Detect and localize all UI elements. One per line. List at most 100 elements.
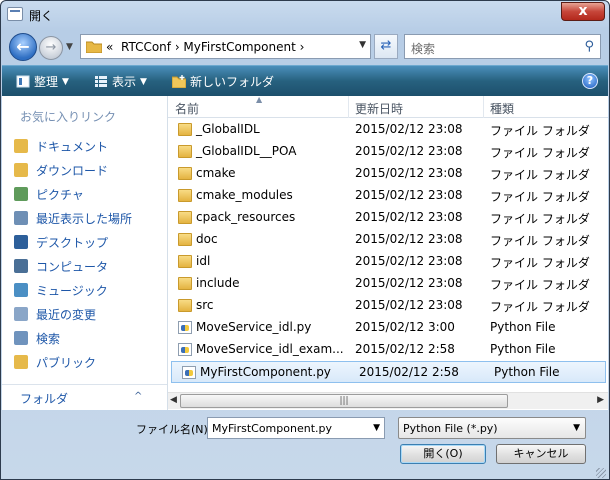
sidebar-item-label: コンピュータ <box>36 259 109 274</box>
column-header-name[interactable]: 名前 <box>175 100 199 117</box>
sidebar-item-label: パブリック <box>36 355 97 370</box>
file-type: ファイル フォルダ <box>490 300 590 314</box>
new-folder-button[interactable]: 新しいフォルダ <box>172 73 274 90</box>
filename-field[interactable]: MyFirstComponent.py ▼ <box>207 417 385 439</box>
title-bar[interactable]: 開く x <box>1 1 609 29</box>
sidebar-item[interactable]: 最近表示した場所 <box>14 206 132 230</box>
file-date: 2015/02/12 23:08 <box>355 122 463 136</box>
chevron-down-icon[interactable]: ▼ <box>373 423 380 433</box>
folder-icon <box>178 233 192 246</box>
file-row[interactable]: _GlobalIDL 2015/02/12 23:08 ファイル フォルダ <box>168 119 608 141</box>
column-divider[interactable] <box>483 96 484 118</box>
scrollbar-thumb[interactable]: ||| <box>180 394 508 408</box>
search-input[interactable]: 検索 ⚲ <box>404 34 601 59</box>
address-bar[interactable]: « RTCConf › MyFirstComponent › ▼ <box>80 34 371 59</box>
sidebar-item[interactable]: ミュージック <box>14 278 132 302</box>
column-header-type[interactable]: 種類 <box>490 100 514 117</box>
cancel-button[interactable]: キャンセル <box>496 444 586 464</box>
file-row[interactable]: MoveService_idl_exam... 2015/02/12 2:58 Py… <box>168 339 608 361</box>
file-type: ファイル フォルダ <box>490 146 590 160</box>
file-row[interactable]: cmake_modules 2015/02/12 23:08 ファイル フォルダ <box>168 185 608 207</box>
sidebar-item[interactable]: 検索 <box>14 326 132 350</box>
documents-icon <box>14 139 28 153</box>
view-menu[interactable]: 表示 ▼ <box>94 73 147 90</box>
chevron-down-icon: ▼ <box>62 76 69 87</box>
history-dropdown-icon[interactable]: ▼ <box>66 42 73 52</box>
favorite-links-list: ドキュメントダウンロードピクチャ最近表示した場所 デスクトップコンピュータミュージ… <box>14 134 132 374</box>
sidebar-item-label: ドキュメント <box>36 139 109 154</box>
window-title: 開く <box>29 9 54 23</box>
file-date: 2015/02/12 23:08 <box>355 254 463 268</box>
organize-menu[interactable]: 整理 ▼ <box>16 73 69 90</box>
chevron-down-icon: ▼ <box>140 76 147 87</box>
file-date: 2015/02/12 3:00 <box>355 320 455 334</box>
file-row[interactable]: cpack_resources 2015/02/12 23:08 ファイル フォルダ <box>168 207 608 229</box>
file-row[interactable]: src 2015/02/12 23:08 ファイル フォルダ <box>168 295 608 317</box>
organize-icon <box>16 75 30 88</box>
refresh-button[interactable]: ⇄ <box>374 34 398 59</box>
file-date: 2015/02/12 23:08 <box>355 276 463 290</box>
file-name: MoveService_idl_exam... <box>196 342 344 356</box>
file-name: src <box>196 298 214 312</box>
file-row-selected[interactable]: MyFirstComponent.py 2015/02/12 2:58 Python… <box>171 361 606 383</box>
horizontal-scrollbar[interactable]: ◀ ||| ▶ <box>168 392 608 409</box>
forward-button[interactable]: → <box>39 36 63 60</box>
folder-icon <box>178 189 192 202</box>
file-name: MoveService_idl.py <box>196 320 312 334</box>
chevron-up-icon: ^ <box>134 391 143 402</box>
file-row[interactable]: _GlobalIDL__POA 2015/02/12 23:08 ファイル フォルダ <box>168 141 608 163</box>
filetype-select[interactable]: Python File (*.py) ▼ <box>398 417 586 439</box>
organize-label: 整理 <box>34 75 59 89</box>
file-type: ファイル フォルダ <box>490 278 590 292</box>
folders-toggle[interactable]: フォルダ ^ <box>2 384 167 410</box>
column-divider[interactable] <box>348 96 349 118</box>
column-header-date[interactable]: 更新日時 <box>355 100 403 117</box>
folder-icon <box>178 277 192 290</box>
file-date: 2015/02/12 23:08 <box>355 188 463 202</box>
pictures-icon <box>14 187 28 201</box>
filename-label: ファイル名(N): <box>136 423 212 436</box>
sidebar-item-label: ピクチャ <box>36 187 84 202</box>
file-type: Python File <box>490 342 556 356</box>
file-name: cpack_resources <box>196 210 296 224</box>
sidebar-item[interactable]: コンピュータ <box>14 254 132 278</box>
breadcrumb[interactable]: « RTCConf › MyFirstComponent › <box>106 40 304 54</box>
close-button[interactable]: x <box>561 2 605 21</box>
file-name: idl <box>196 254 211 268</box>
sidebar-item[interactable]: ピクチャ <box>14 182 132 206</box>
file-row[interactable]: doc 2015/02/12 23:08 ファイル フォルダ <box>168 229 608 251</box>
sidebar-item[interactable]: 最近の変更 <box>14 302 132 326</box>
file-row[interactable]: cmake 2015/02/12 23:08 ファイル フォルダ <box>168 163 608 185</box>
breadcrumb-path[interactable]: RTCConf › MyFirstComponent › <box>121 40 304 54</box>
file-row[interactable]: idl 2015/02/12 23:08 ファイル フォルダ <box>168 251 608 273</box>
view-label: 表示 <box>112 75 137 89</box>
scroll-right-icon[interactable]: ▶ <box>597 395 604 405</box>
file-row[interactable]: include 2015/02/12 23:08 ファイル フォルダ <box>168 273 608 295</box>
file-name: doc <box>196 232 218 246</box>
sidebar-item[interactable]: ダウンロード <box>14 158 132 182</box>
file-type: ファイル フォルダ <box>490 234 590 248</box>
folder-icon <box>178 211 192 224</box>
filename-value[interactable]: MyFirstComponent.py <box>212 422 332 435</box>
sidebar-item[interactable]: デスクトップ <box>14 230 132 254</box>
folder-icon <box>178 145 192 158</box>
scroll-left-icon[interactable]: ◀ <box>170 395 177 405</box>
public-icon <box>14 355 28 369</box>
open-file-dialog: 開く x ← → ▼ « RTCConf › MyFirstComponent … <box>0 0 610 480</box>
sort-ascending-icon: ▲ <box>256 95 263 104</box>
sidebar-item[interactable]: パブリック <box>14 350 132 374</box>
address-dropdown-icon[interactable]: ▼ <box>359 40 366 50</box>
file-row[interactable]: MoveService_idl.py 2015/02/12 3:00 Python … <box>168 317 608 339</box>
file-name: cmake <box>196 166 236 180</box>
breadcrumb-overflow[interactable]: « <box>106 40 113 54</box>
search-icon[interactable]: ⚲ <box>584 39 594 54</box>
back-button[interactable]: ← <box>9 33 37 61</box>
open-button[interactable]: 開く(O) <box>400 444 486 464</box>
folder-icon <box>178 299 192 312</box>
window-icon <box>7 7 23 21</box>
sidebar-item[interactable]: ドキュメント <box>14 134 132 158</box>
file-date: 2015/02/12 23:08 <box>355 166 463 180</box>
resize-grip[interactable] <box>596 468 606 478</box>
file-name: include <box>196 276 240 290</box>
help-icon[interactable]: ? <box>582 73 598 89</box>
